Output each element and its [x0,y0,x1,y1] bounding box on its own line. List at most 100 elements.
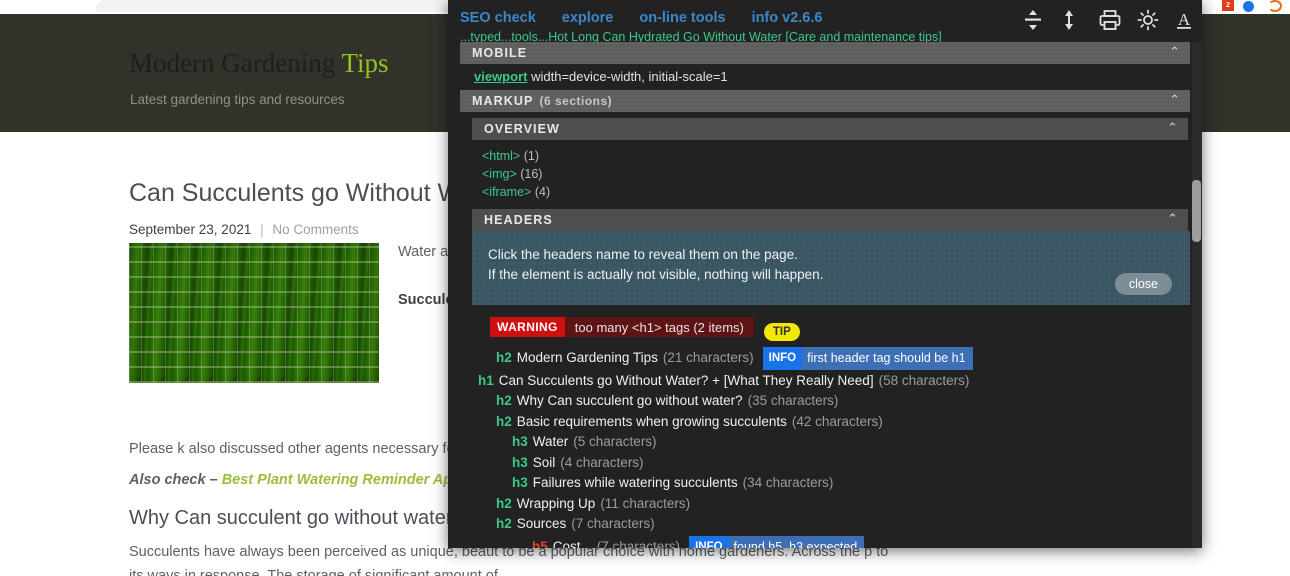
section-header-overview[interactable]: OVERVIEW ⌃ [472,118,1188,140]
mobile-viewport-row: viewport width=device-width, initial-sca… [448,64,1202,90]
header-char-count: (5 characters) [573,434,657,449]
nav-online-tools[interactable]: on-line tools [639,10,725,26]
seo-extension-panel: SEO check explore on-line tools info v2.… [448,0,1202,548]
close-button[interactable]: close [1114,273,1172,295]
header-text[interactable]: Modern Gardening Tips [517,349,658,368]
header-row[interactable]: h1 Can Succulents go Without Water? + [W… [460,371,1202,392]
header-tag: h1 [478,372,494,388]
site-title-main: Modern Gardening [129,48,336,78]
header-tag: h5 [532,538,548,549]
info-badge: INFO [689,535,729,548]
nav-seo-check[interactable]: SEO check [460,10,536,26]
header-tag: h2 [496,516,512,531]
header-text[interactable]: Basic requirements when growing succulen… [517,413,787,432]
header-text[interactable]: Cost... [553,538,592,549]
header-tag: h3 [512,434,528,449]
header-char-count: (7 characters) [596,538,681,549]
header-row[interactable]: h2 Basic requirements when growing succu… [460,412,1202,433]
header-tag: h2 [496,413,512,429]
chevron-up-icon[interactable]: ⌃ [1169,93,1180,108]
article-paragraph-wrap-lead: Please k [129,441,185,457]
info-annotation: INFO first header tag should be h1 [762,347,973,370]
header-row[interactable]: h2 Modern Gardening Tips (21 characters)… [460,346,1202,371]
header-row[interactable]: h2 Sources (7 characters) [460,514,1202,535]
header-char-count: (21 characters) [662,350,754,365]
section-title-mobile: MOBILE [472,46,528,60]
chevron-up-icon[interactable]: ⌃ [1167,121,1178,136]
panel-nav: SEO check explore on-line tools info v2.… [460,10,822,26]
section-title-headers: HEADERS [484,213,553,227]
section-title-markup: MARKUP [472,94,534,108]
also-check-link[interactable]: Best Plant Watering Reminder Apps [222,472,469,488]
section-header-headers[interactable]: HEADERS ⌃ [472,209,1188,231]
header-char-count: (42 characters) [791,413,883,429]
info-badge: INFO [762,347,803,370]
list-item: <img> (16) [482,165,1202,183]
info-text: found h5, h3 expected [728,535,865,548]
section-header-markup[interactable]: MARKUP (6 sections) ⌃ [460,90,1190,112]
overview-tag: <img> [482,167,517,181]
headers-tip-line-2: If the element is actually not visible, … [488,267,824,282]
also-check-line: Also check – Best Plant Watering Reminde… [129,472,469,488]
overview-count: (16) [520,167,543,181]
header-tag: h2 [496,495,512,511]
header-row[interactable]: h3 Water (5 characters) [460,432,1202,453]
section-header-mobile[interactable]: MOBILE ⌃ [460,42,1190,64]
header-text[interactable]: Why Can succulent go without water? [517,392,743,411]
header-row[interactable]: h3 Failures while watering succulents (3… [460,473,1202,494]
headers-tip-line-1: Click the headers name to reveal them on… [488,247,798,262]
header-text[interactable]: Can Succulents go Without Water? + [What… [499,372,874,391]
header-row[interactable]: h5 Cost... (7 characters) INFO found h5,… [460,535,1202,549]
tip-badge[interactable]: TIP [763,322,800,341]
panel-topbar: SEO check explore on-line tools info v2.… [448,0,1202,42]
header-char-count: (11 characters) [600,495,691,511]
site-title: Modern Gardening Tips [129,48,389,79]
overview-count: (1) [523,149,539,163]
mobile-viewport-value: width=device-width, initial-scale=1 [531,69,728,84]
extension-icon-orange[interactable] [1268,0,1282,12]
header-text[interactable]: Sources [517,515,567,534]
header-text[interactable]: Failures while watering succulents [533,474,738,493]
header-row[interactable]: h2 Wrapping Up (11 characters) [460,494,1202,515]
post-meta: September 23, 2021 | No Comments [129,222,359,237]
header-tag: h3 [512,475,528,490]
info-text: first header tag should be h1 [802,347,973,370]
article-heading-why: Why Can succulent go without water? [129,507,464,529]
headers-list: WARNING too many <h1> tags (2 items) TIP… [448,305,1202,548]
site-tagline: Latest gardening tips and resources [130,92,345,107]
post-date: September 23, 2021 [129,222,252,237]
header-text[interactable]: Soil [533,454,556,473]
headers-tip-box: Click the headers name to reveal them on… [472,231,1190,305]
notification-count-badge: 2 [1222,0,1234,11]
header-row[interactable]: h2 Why Can succulent go without water? (… [460,391,1202,412]
overview-tag: <iframe> [482,185,532,199]
font-icon[interactable]: A [1174,8,1196,34]
info-annotation: INFO found h5, h3 expected [689,535,865,548]
chevron-up-icon[interactable]: ⌃ [1167,212,1178,227]
nav-info-version[interactable]: info v2.6.6 [752,10,823,26]
warning-text: too many <h1> tags (2 items) [574,319,744,335]
post-featured-image [129,243,379,383]
truncated-meta-line: ...typed...tools...Hot Long Can Hydrated… [460,30,1172,42]
header-text[interactable]: Wrapping Up [517,495,596,514]
header-char-count: (7 characters) [571,516,655,531]
extension-icon-blue[interactable] [1243,1,1254,12]
panel-scrollbar-thumb[interactable] [1192,180,1201,242]
section-subtitle-markup: (6 sections) [539,94,613,108]
panel-scrollbar-track[interactable] [1192,42,1202,548]
header-text[interactable]: Water [533,433,569,452]
header-tag: h3 [512,454,528,470]
truncated-meta-key: ...typed...tools...Hot Long Can Hydrated… [460,30,942,42]
chevron-up-icon[interactable]: ⌃ [1169,45,1180,60]
nav-explore[interactable]: explore [562,10,614,26]
mobile-viewport-key[interactable]: viewport [474,69,527,84]
section-title-overview: OVERVIEW [484,122,560,136]
header-char-count: (35 characters) [747,393,839,408]
post-meta-separator: | [260,222,264,237]
svg-text:A: A [1178,10,1191,29]
warning-row: WARNING too many <h1> tags (2 items) [490,317,754,337]
overview-count: (4) [534,185,551,199]
warning-line: WARNING too many <h1> tags (2 items) TIP [460,317,1202,346]
header-row[interactable]: h3 Soil (4 characters) [460,453,1202,474]
post-comments-link[interactable]: No Comments [272,222,358,237]
